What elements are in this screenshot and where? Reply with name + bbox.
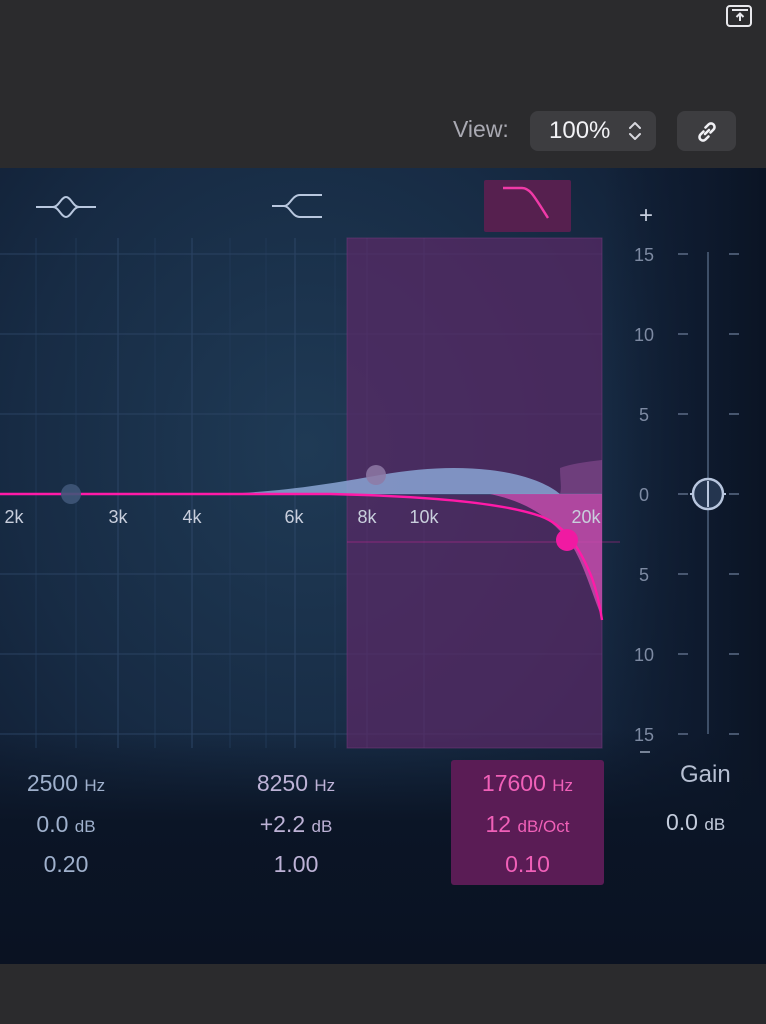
band-2-freq[interactable]: 8250 Hz xyxy=(226,770,366,797)
band-2-handle[interactable] xyxy=(366,465,386,485)
freq-tick: 10k xyxy=(409,507,439,527)
toolbar: View: 100% xyxy=(0,0,766,168)
band-3-q[interactable]: 0.10 xyxy=(451,851,604,878)
db-tick: 10 xyxy=(634,325,654,345)
band-3-freq[interactable]: 17600 Hz xyxy=(451,770,604,797)
db-tick: 5 xyxy=(639,565,649,585)
freq-tick: 2k xyxy=(4,507,24,527)
eq-panel: 2k 3k 4k 6k 8k 10k 20k 15 10 5 0 5 10 15… xyxy=(0,168,766,964)
bottom-bar xyxy=(0,964,766,1024)
link-icon xyxy=(698,122,716,142)
freq-tick: 3k xyxy=(108,507,128,527)
zoom-select[interactable]: 100% xyxy=(530,111,656,151)
eq-graph[interactable]: 2k 3k 4k 6k 8k 10k 20k 15 10 5 0 5 10 15… xyxy=(0,168,766,964)
band-2-gain[interactable]: +2.2 dB xyxy=(226,811,366,838)
db-tick: 0 xyxy=(639,485,649,505)
band-3-slope[interactable]: 12 dB/Oct xyxy=(451,811,604,838)
freq-tick: 4k xyxy=(182,507,202,527)
band-3-handle[interactable] xyxy=(556,529,578,551)
band-1-gain[interactable]: 0.0 dB xyxy=(0,811,132,838)
band-1-freq[interactable]: 2500 Hz xyxy=(0,770,132,797)
band-1-handle[interactable] xyxy=(61,484,81,504)
window-toggle-icon[interactable] xyxy=(726,5,752,27)
freq-tick: 20k xyxy=(571,507,601,527)
db-tick: 5 xyxy=(639,405,649,425)
link-button[interactable] xyxy=(677,111,736,151)
gain-label: Gain xyxy=(680,761,731,788)
db-tick: 15 xyxy=(634,245,654,265)
gain-value[interactable]: 0.0 dB xyxy=(666,809,725,836)
freq-tick: 6k xyxy=(284,507,304,527)
view-label: View: xyxy=(453,116,509,142)
db-tick: 10 xyxy=(634,645,654,665)
band-1-q[interactable]: 0.20 xyxy=(0,851,132,878)
db-tick: 15 xyxy=(634,725,654,745)
chevron-updown-icon xyxy=(629,122,641,140)
band-2-q[interactable]: 1.00 xyxy=(226,851,366,878)
freq-tick: 8k xyxy=(357,507,377,527)
zoom-value: 100% xyxy=(549,117,611,144)
add-band-button[interactable]: + xyxy=(639,202,653,229)
